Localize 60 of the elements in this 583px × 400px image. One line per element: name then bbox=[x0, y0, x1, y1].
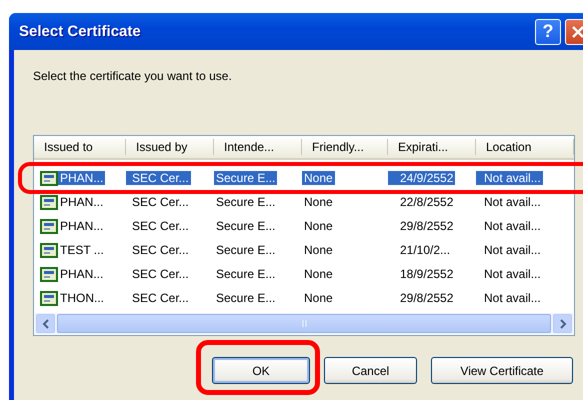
certificate-icon bbox=[40, 290, 58, 306]
column-header[interactable]: Intende... bbox=[214, 139, 302, 155]
table-cell[interactable]: Not avail... bbox=[476, 171, 543, 185]
table-cell[interactable]: PHAN... bbox=[58, 171, 106, 185]
table-cell[interactable]: None bbox=[302, 291, 335, 305]
table-cell[interactable]: 29/8/2552 bbox=[388, 219, 456, 233]
table-cell[interactable]: None bbox=[302, 171, 335, 185]
table-cell[interactable]: Secure E... bbox=[214, 171, 278, 185]
column-header[interactable]: Location bbox=[476, 139, 574, 155]
table-cell[interactable]: 18/9/2552 bbox=[388, 267, 456, 281]
table-cell[interactable]: Not avail... bbox=[476, 243, 543, 257]
certificate-icon bbox=[40, 194, 58, 210]
table-cell[interactable]: SEC Cer... bbox=[126, 171, 191, 185]
certificate-icon bbox=[40, 242, 58, 258]
certificate-icon bbox=[40, 170, 58, 186]
view-certificate-button[interactable]: View Certificate bbox=[431, 357, 573, 384]
horizontal-scrollbar[interactable] bbox=[35, 313, 573, 334]
table-cell[interactable]: None bbox=[302, 267, 335, 281]
certificate-icon bbox=[40, 218, 58, 234]
table-cell[interactable]: 21/10/2... bbox=[388, 243, 452, 257]
table-cell[interactable]: None bbox=[302, 219, 335, 233]
table-cell[interactable]: THON... bbox=[58, 291, 106, 305]
table-cell[interactable]: 29/8/2552 bbox=[388, 291, 456, 305]
table-cell[interactable]: SEC Cer... bbox=[126, 219, 191, 233]
table-cell[interactable]: PHAN... bbox=[58, 195, 106, 209]
table-cell[interactable]: 22/8/2552 bbox=[388, 195, 456, 209]
table-cell[interactable]: SEC Cer... bbox=[126, 267, 191, 281]
close-icon bbox=[571, 24, 583, 38]
grip-icon bbox=[302, 319, 306, 328]
table-cell[interactable]: SEC Cer... bbox=[126, 243, 191, 257]
table-cell[interactable]: SEC Cer... bbox=[126, 291, 191, 305]
table-cell[interactable]: None bbox=[302, 195, 335, 209]
table-cell[interactable]: TEST ... bbox=[58, 243, 106, 257]
scroll-left-button[interactable] bbox=[36, 314, 55, 333]
scroll-right-button[interactable] bbox=[553, 314, 572, 333]
column-header[interactable]: Friendly... bbox=[302, 139, 388, 155]
column-header[interactable]: Issued to bbox=[34, 139, 126, 155]
table-cell[interactable]: Not avail... bbox=[476, 267, 543, 281]
table-cell[interactable]: Not avail... bbox=[476, 219, 543, 233]
table-cell[interactable]: Secure E... bbox=[214, 219, 278, 233]
cancel-button[interactable]: Cancel bbox=[324, 357, 417, 384]
table-cell[interactable]: Secure E... bbox=[214, 195, 278, 209]
table-cell[interactable]: Not avail... bbox=[476, 195, 543, 209]
table-cell[interactable]: PHAN... bbox=[58, 267, 106, 281]
table-cell[interactable]: SEC Cer... bbox=[126, 195, 191, 209]
certificate-icon bbox=[40, 266, 58, 282]
table-cell[interactable]: PHAN... bbox=[58, 219, 106, 233]
scrollbar-thumb[interactable] bbox=[57, 314, 551, 333]
instruction-text: Select the certificate you want to use. bbox=[33, 69, 232, 83]
window-title: Select Certificate bbox=[19, 23, 142, 40]
column-header[interactable]: Expirati... bbox=[388, 139, 476, 155]
table-cell[interactable]: None bbox=[302, 243, 335, 257]
table-cell[interactable]: Not avail... bbox=[476, 291, 543, 305]
table-cell[interactable]: 24/9/2552 bbox=[388, 171, 456, 185]
column-header[interactable]: Issued by bbox=[126, 139, 214, 155]
table-cell[interactable]: Secure E... bbox=[214, 267, 278, 281]
table-cell[interactable]: Secure E... bbox=[214, 291, 278, 305]
help-button[interactable]: ? bbox=[535, 18, 561, 44]
ok-button[interactable]: OK bbox=[212, 357, 310, 384]
table-cell[interactable]: Secure E... bbox=[214, 243, 278, 257]
